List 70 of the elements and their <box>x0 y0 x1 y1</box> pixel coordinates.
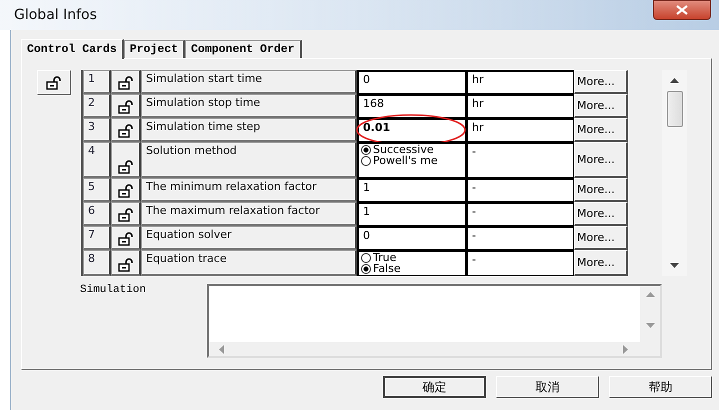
unit-field[interactable]: hr <box>466 94 574 118</box>
more-button[interactable]: More... <box>574 70 628 94</box>
value-field[interactable]: 1 <box>357 202 466 226</box>
more-button[interactable]: More... <box>574 226 628 250</box>
padlock-icon <box>118 208 134 222</box>
padlock-icon <box>118 232 134 246</box>
dialog-button[interactable]: 确定 <box>383 376 486 398</box>
row-number: 2 <box>83 94 111 118</box>
parameter-label: Simulation start time <box>141 70 357 94</box>
padlock-icon <box>118 184 134 198</box>
more-button[interactable]: More... <box>574 142 628 178</box>
parameter-label: The minimum relaxation factor <box>141 178 357 202</box>
radio-option[interactable]: True <box>361 252 463 263</box>
more-button[interactable]: More... <box>574 118 628 142</box>
row-number: 3 <box>83 118 111 142</box>
padlock-icon <box>118 160 134 174</box>
value-field[interactable]: 1 <box>357 178 466 202</box>
row-number: 8 <box>83 250 111 276</box>
row-number: 7 <box>83 226 111 250</box>
radio-option[interactable]: Powell's me <box>361 155 463 166</box>
value-field[interactable]: 0.01 <box>357 118 466 142</box>
padlock-icon <box>118 124 134 138</box>
close-icon <box>676 5 688 15</box>
row-number: 5 <box>83 178 111 202</box>
parameter-label: Equation solver <box>141 226 357 250</box>
unit-field[interactable]: - <box>466 178 574 202</box>
scroll-thumb[interactable] <box>666 91 682 127</box>
radio-button[interactable] <box>361 252 371 262</box>
scroll-down-icon[interactable] <box>670 263 679 268</box>
parameter-label: The maximum relaxation factor <box>141 202 357 226</box>
unit-field[interactable]: - <box>466 250 574 276</box>
unit-field[interactable]: - <box>466 142 574 178</box>
radio-button[interactable] <box>361 264 371 274</box>
padlock-icon <box>46 76 62 90</box>
tab[interactable]: Component Order <box>185 40 302 58</box>
radio-button[interactable] <box>361 156 371 166</box>
parameter-label: Simulation stop time <box>141 94 357 118</box>
lock-button[interactable] <box>37 70 71 95</box>
more-button[interactable]: More... <box>574 202 628 226</box>
row-number: 1 <box>83 70 111 94</box>
unit-field[interactable]: hr <box>466 70 574 94</box>
notes-label: Simulation <box>80 284 148 298</box>
dialog-button[interactable]: 帮助 <box>609 376 712 398</box>
radio-option[interactable]: Successive <box>361 144 463 155</box>
tab[interactable]: Project <box>124 40 186 58</box>
padlock-icon <box>118 100 134 114</box>
more-button[interactable]: More... <box>574 178 628 202</box>
vertical-scrollbar[interactable] <box>662 70 687 276</box>
padlock-icon <box>118 258 134 272</box>
padlock-icon <box>118 76 134 90</box>
radio-option[interactable]: False <box>361 263 463 274</box>
dialog-button[interactable]: 取消 <box>496 376 599 398</box>
value-field[interactable]: 168 <box>357 94 466 118</box>
scroll-up-icon[interactable] <box>670 78 679 83</box>
row-number: 4 <box>83 142 111 178</box>
parameter-label: Simulation time step <box>141 118 357 142</box>
unit-field[interactable]: hr <box>466 118 574 142</box>
unit-field[interactable]: - <box>466 202 574 226</box>
more-button[interactable]: More... <box>574 94 628 118</box>
unit-field[interactable]: - <box>466 226 574 250</box>
tab[interactable]: Control Cards <box>21 39 124 59</box>
window-title: Global Infos <box>14 7 97 23</box>
parameter-label: Solution method <box>141 142 357 178</box>
row-number: 6 <box>83 202 111 226</box>
more-button[interactable]: More... <box>574 250 628 276</box>
value-field[interactable]: 0 <box>357 70 466 94</box>
radio-button[interactable] <box>361 144 371 154</box>
close-button[interactable] <box>653 0 711 20</box>
parameter-label: Equation trace <box>141 250 357 276</box>
value-field[interactable]: 0 <box>357 226 466 250</box>
